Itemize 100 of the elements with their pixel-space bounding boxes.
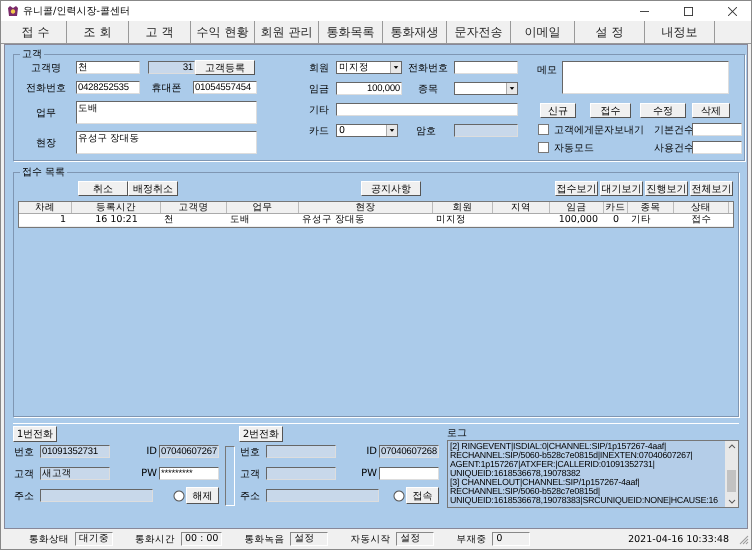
circle-icon (393, 490, 405, 502)
field-label: 현장 (35, 136, 57, 150)
action-button[interactable]: 삭제 (692, 103, 730, 118)
customer-field: 새고객 (40, 467, 110, 480)
id-field: 07040607267 (159, 445, 219, 458)
status-value: 설정 (396, 532, 434, 546)
register-button[interactable]: 고객등록 (195, 60, 255, 75)
notice-button[interactable]: 공지사항 (361, 181, 421, 196)
checkbox-label: 고객에게문자보내기 (554, 124, 645, 136)
cancel-button[interactable]: 배정취소 (128, 181, 178, 196)
field-label: 임금 (308, 82, 330, 96)
status-label: 통화상태 (29, 532, 69, 546)
log-line: [3] CHANNELOUT|CHANNEL:SIP/1p157267-4aaf| (450, 478, 640, 487)
scroll-down-icon[interactable] (728, 499, 736, 504)
checkbox[interactable] (538, 142, 549, 153)
checkbox-label: 자동모드 (554, 142, 595, 154)
field-label: 고객명 (30, 62, 62, 74)
input-field[interactable]: 100,000 (336, 82, 402, 95)
field-label: 휴대폰 (150, 82, 182, 94)
group-title: 고객 (21, 48, 43, 61)
view-button[interactable]: 접수보기 (555, 181, 598, 196)
column-header[interactable]: 고객명 (161, 202, 227, 213)
column-header[interactable]: 종목 (628, 202, 674, 213)
input-field[interactable]: 천 (76, 61, 140, 74)
circle-icon (173, 490, 185, 502)
status-value: 0 (492, 532, 530, 546)
table-cell: 1 (60, 214, 66, 226)
field-label: 고객 (239, 468, 261, 480)
table-cell: 기타 (631, 214, 651, 226)
field-label: PW (141, 468, 157, 479)
column-header[interactable]: 회원 (433, 202, 493, 213)
column-header[interactable]: 업무 (227, 202, 299, 213)
scroll-up-icon[interactable] (728, 444, 736, 449)
scrollbar[interactable] (725, 441, 738, 507)
view-button[interactable]: 전체보기 (690, 181, 733, 196)
maximize-icon[interactable] (684, 6, 693, 16)
table-cell: 0 (612, 214, 620, 226)
status-label: 자동시작 (350, 532, 390, 546)
input-field[interactable] (692, 141, 742, 154)
dropdown[interactable]: 0 (336, 124, 398, 137)
column-header[interactable]: 상태 (674, 202, 729, 213)
table-cell: 천 (164, 214, 174, 226)
cancel-button[interactable]: 취소 (78, 181, 128, 196)
status-datetime: 2021-04-16 10:33:48 (628, 534, 729, 544)
column-header[interactable]: 현장 (299, 202, 433, 213)
text-area[interactable]: 유성구 장대동 (76, 131, 257, 154)
password-field[interactable]: ********* (159, 467, 219, 480)
log-line: RECHANNEL:SIP/5060-b528c7e0815d| (450, 487, 600, 496)
column-header[interactable]: 카드 (604, 202, 628, 213)
number-field: 01091352731 (40, 445, 110, 458)
column-header[interactable]: 지역 (493, 202, 550, 213)
phone-line-button[interactable]: 1번전화 (13, 426, 57, 442)
window-title: 유니콜/인력시장-콜센터 (23, 5, 130, 18)
table-cell: 유성구 장대동 (302, 214, 366, 226)
view-button[interactable]: 대기보기 (600, 181, 643, 196)
column-header[interactable]: 임금 (550, 202, 604, 213)
column-header[interactable]: 차례 (19, 202, 72, 213)
input-field[interactable] (336, 103, 518, 116)
field-label: 회원 (308, 62, 330, 74)
view-button[interactable]: 진행보기 (645, 181, 688, 196)
password-field[interactable] (454, 124, 518, 137)
log-label: 로그 (447, 427, 468, 440)
connect-button[interactable]: 접속 (406, 487, 439, 504)
action-button[interactable]: 신규 (540, 103, 576, 118)
field-label: 번호 (239, 446, 261, 458)
status-label: 통화녹음 (244, 532, 284, 546)
status-value: 설정 (290, 532, 328, 546)
id-field: 07040607268 (379, 445, 439, 458)
input-field[interactable] (692, 123, 742, 136)
dropdown[interactable] (454, 82, 518, 95)
status-value: 대기중 (75, 532, 113, 546)
table-cell: 미지정 (436, 214, 466, 226)
resize-grip-icon[interactable] (737, 533, 749, 545)
group-title: 접수 목록 (21, 166, 66, 179)
password-field[interactable] (379, 467, 439, 480)
field-label: 기타 (308, 104, 330, 116)
action-button[interactable]: 접수 (590, 103, 631, 118)
connect-button[interactable]: 해제 (186, 487, 219, 504)
table-cell: 16 10:21 (95, 214, 138, 226)
log-line: UNIQUEID:1618536678,19078382 (450, 469, 580, 478)
phone-line-button[interactable]: 2번전화 (239, 426, 283, 442)
customer-field (266, 467, 336, 480)
text-area[interactable]: 도배 (76, 101, 257, 124)
divider-bar (225, 446, 235, 506)
table-cell: 도배 (230, 214, 250, 226)
column-header[interactable]: 등록시간 (72, 202, 161, 213)
action-button[interactable]: 수정 (640, 103, 686, 118)
input-field[interactable] (454, 61, 518, 74)
input-field[interactable]: 01054557454 (193, 81, 257, 94)
memo-box[interactable] (562, 61, 729, 94)
scroll-thumb[interactable] (727, 470, 736, 492)
field-label: 고객 (13, 468, 35, 480)
field-label: 전화번호 (25, 82, 67, 94)
field-label: 전화번호 (407, 62, 449, 74)
dropdown[interactable]: 미지정 (336, 61, 402, 74)
checkbox[interactable] (538, 124, 549, 135)
table-cell: 접수 (692, 214, 712, 226)
input-field[interactable]: 0428252535 (76, 81, 140, 94)
close-icon[interactable] (728, 6, 737, 16)
field-label: 사용건수 (654, 142, 692, 154)
